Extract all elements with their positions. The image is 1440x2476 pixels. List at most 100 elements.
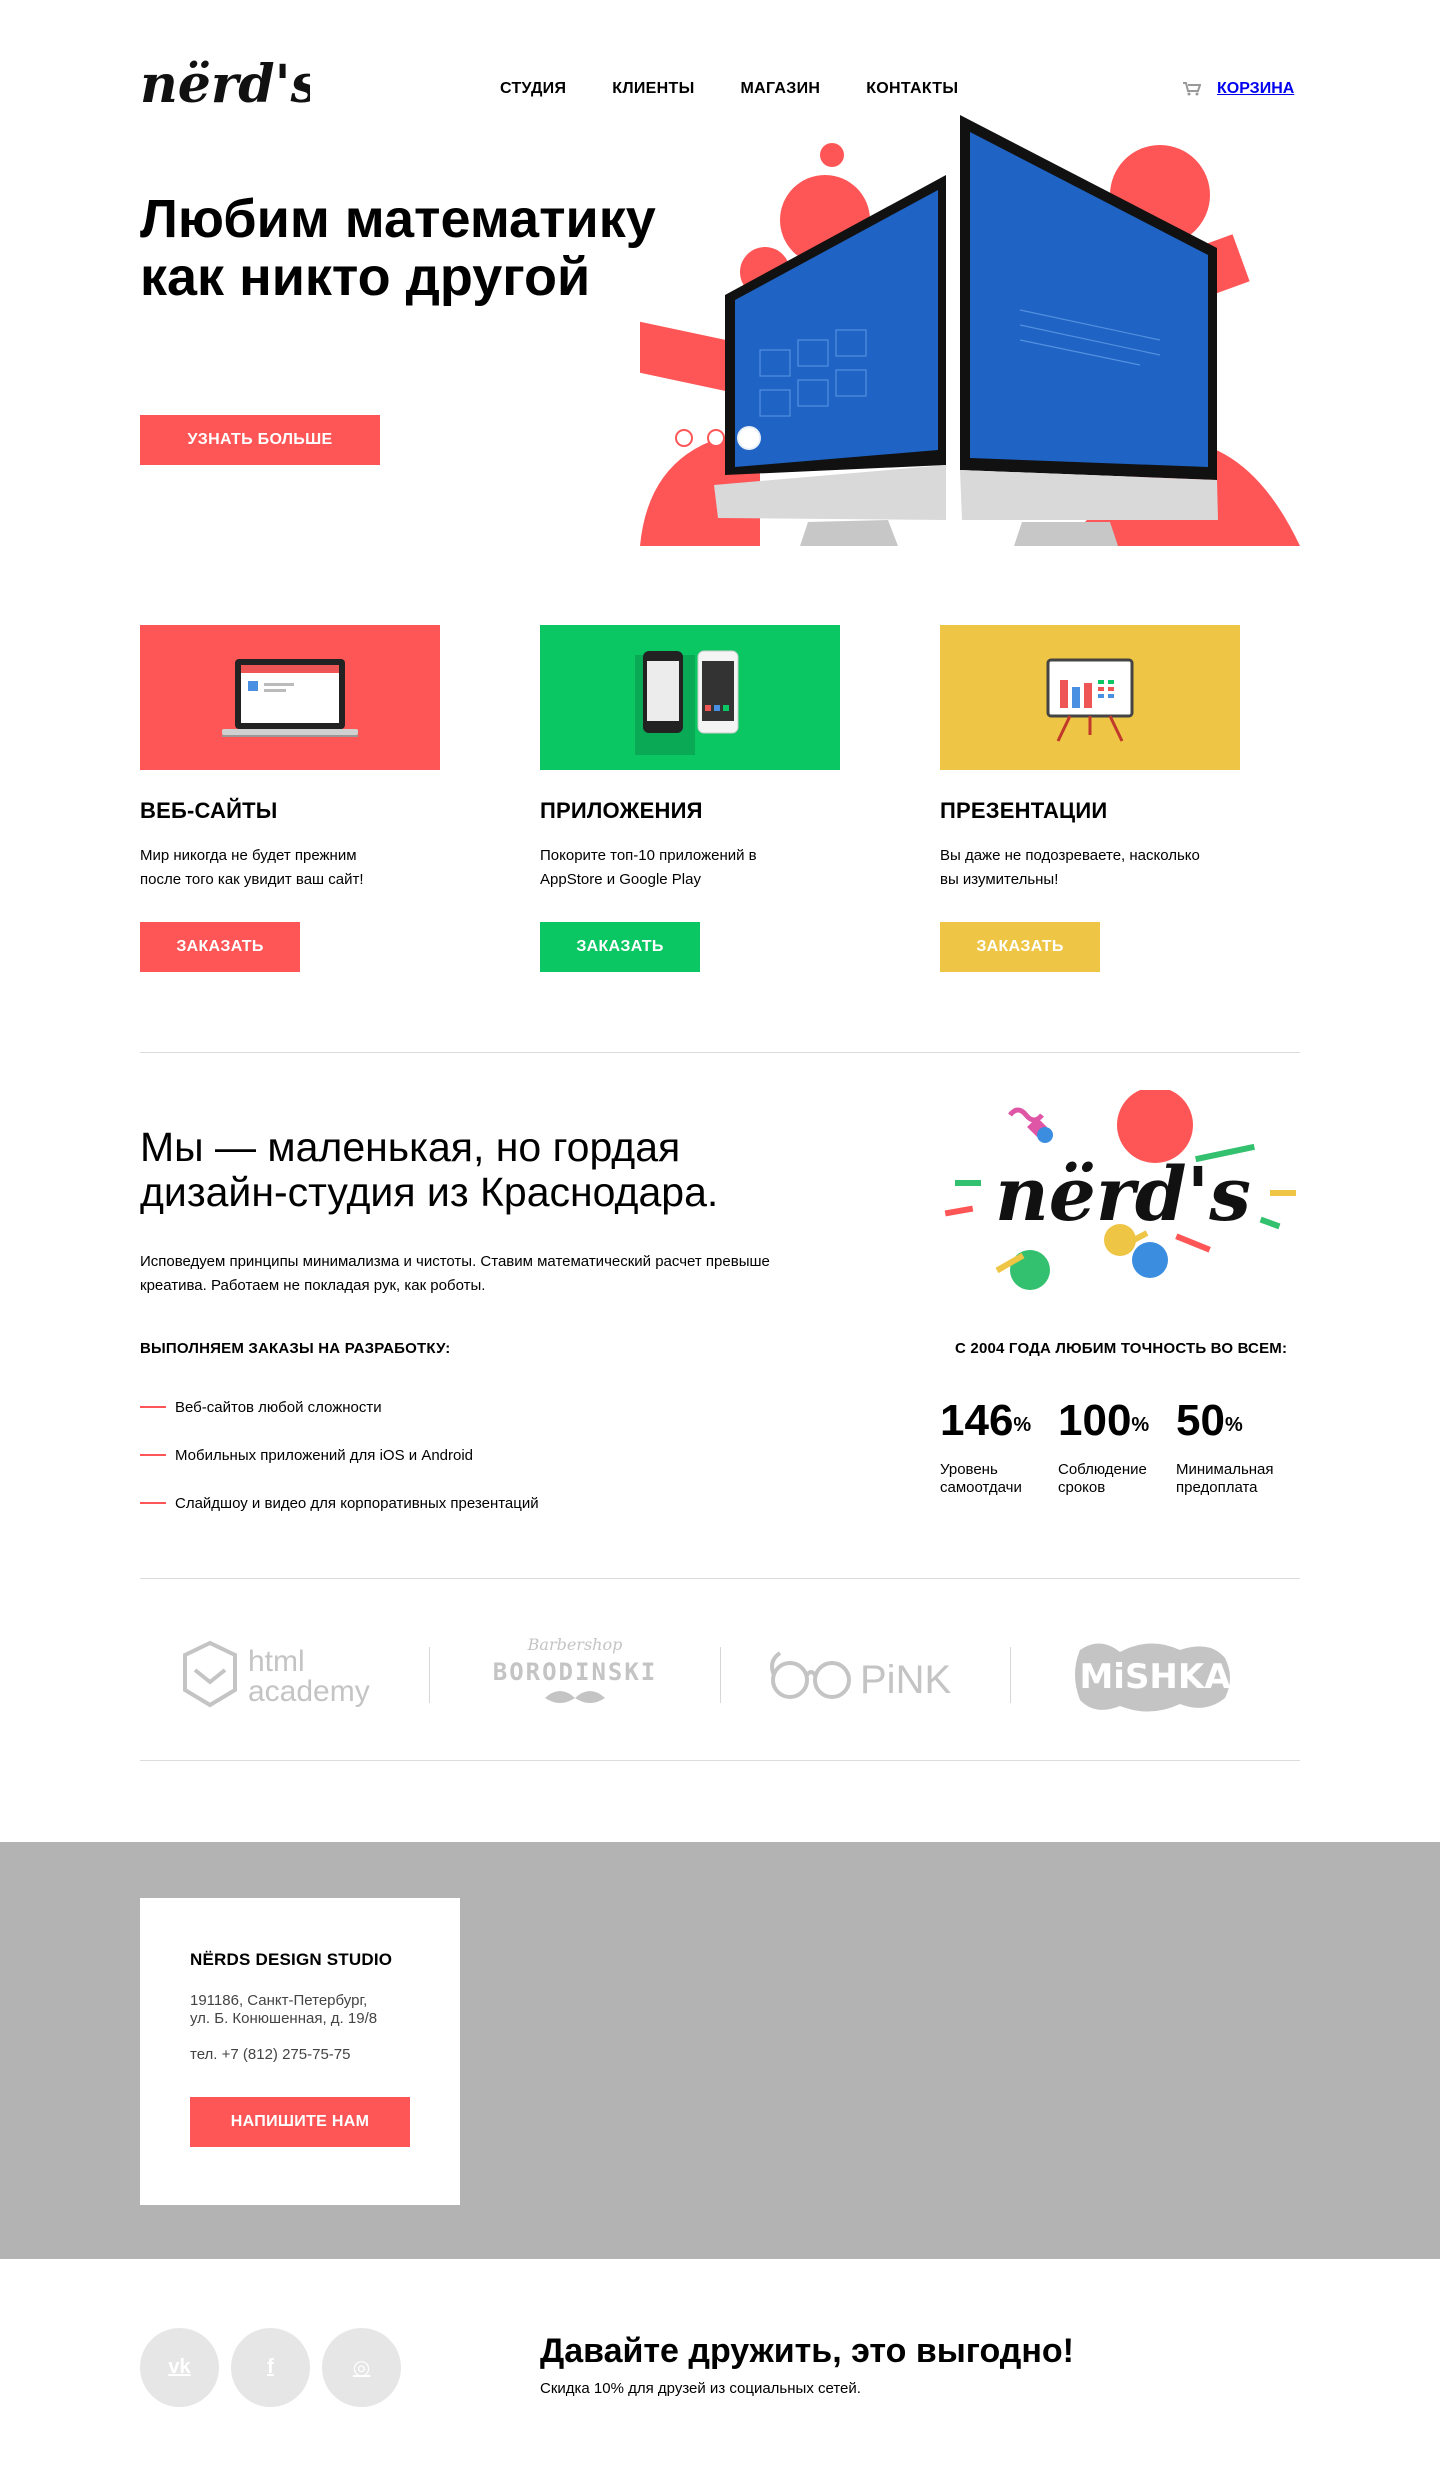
laptop-icon bbox=[140, 625, 440, 770]
dash-icon bbox=[140, 1502, 166, 1504]
site-logo[interactable]: nërd's bbox=[140, 48, 320, 118]
list-item-text: Мобильных приложений для iOS и Android bbox=[175, 1446, 474, 1464]
dash-icon bbox=[140, 1454, 166, 1456]
stat-unit: % bbox=[1013, 1414, 1032, 1436]
about-title: Мы — маленькая, но гордая дизайн-студия … bbox=[140, 1125, 860, 1215]
service-apps: ПРИЛОЖЕНИЯ Покорите топ-10 приложений в … bbox=[540, 625, 840, 972]
list-item: Мобильных приложений для iOS и Android bbox=[140, 1431, 539, 1479]
stat-label: Соблюдение сроков bbox=[1058, 1461, 1176, 1497]
list-item-text: Веб-сайтов любой сложности bbox=[175, 1398, 382, 1416]
html-academy-logo-icon: html academy bbox=[182, 1640, 370, 1708]
map-area[interactable]: NЁRDS DESIGN STUDIO 191186, Санкт-Петерб… bbox=[0, 1842, 1440, 2259]
service-title: ПРИЛОЖЕНИЯ bbox=[540, 798, 703, 823]
nav-item-studio[interactable]: СТУДИЯ bbox=[500, 80, 566, 98]
hero-title-line-2: как никто другой bbox=[140, 247, 591, 307]
stat-label: Минимальная предоплата bbox=[1176, 1461, 1294, 1497]
address-line-1: 191186, Санкт-Петербург, bbox=[190, 1992, 368, 2009]
page: nërd's СТУДИЯ КЛИЕНТЫ МАГАЗИН КОНТАКТЫ К… bbox=[0, 0, 1440, 2476]
list-item-text: Слайдшоу и видео для корпоративных презе… bbox=[175, 1494, 539, 1512]
partner-html-academy[interactable]: html academy bbox=[140, 1620, 429, 1730]
studio-phone: тел. +7 (812) 275-75-75 bbox=[190, 2046, 351, 2063]
mishka-logo-icon: MiSHKA bbox=[1075, 1643, 1232, 1712]
stat-label-line-2: сроков bbox=[1058, 1479, 1106, 1496]
partner-text: BORODINSKI bbox=[493, 1658, 658, 1686]
stat-value: 50% bbox=[1176, 1395, 1294, 1447]
divider bbox=[140, 1052, 1300, 1053]
instagram-glyph: ◎ bbox=[352, 2357, 371, 2379]
service-title: ВЕБ-САЙТЫ bbox=[140, 798, 278, 823]
stat-deadlines: 100% Соблюдение сроков bbox=[1058, 1395, 1176, 1497]
logo-text: nërd's bbox=[140, 54, 310, 115]
dev-list-heading: ВЫПОЛНЯЕМ ЗАКАЗЫ НА РАЗРАБОТКУ: bbox=[140, 1340, 451, 1357]
stat-label-line-1: Соблюдение bbox=[1058, 1461, 1147, 1478]
dash-icon bbox=[140, 1406, 166, 1408]
list-item: Слайдшоу и видео для корпоративных презе… bbox=[140, 1479, 539, 1527]
stat-unit: % bbox=[1131, 1414, 1150, 1436]
learn-more-button[interactable]: УЗНАТЬ БОЛЬШЕ bbox=[140, 415, 380, 465]
stat-value: 146% bbox=[940, 1395, 1058, 1447]
stat-number: 100 bbox=[1058, 1396, 1132, 1445]
instagram-icon[interactable]: ◎ bbox=[322, 2328, 401, 2407]
vk-glyph: vk bbox=[168, 2356, 191, 2378]
stats: 146% Уровень самоотдачи 100% Соблюдение ср… bbox=[940, 1395, 1294, 1497]
phones-icon bbox=[540, 625, 840, 770]
about-title-line-2: дизайн-студия из Краснодара. bbox=[140, 1169, 719, 1215]
stat-label-line-2: самоотдачи bbox=[940, 1479, 1022, 1496]
divider bbox=[140, 1760, 1300, 1761]
footer-title: Давайте дружить, это выгодно! bbox=[540, 2332, 1075, 2370]
presentation-board-icon bbox=[940, 625, 1240, 770]
footer-subtitle: Скидка 10% для друзей из социальных сете… bbox=[540, 2380, 861, 2397]
main-nav: СТУДИЯ КЛИЕНТЫ МАГАЗИН КОНТАКТЫ bbox=[500, 80, 958, 98]
stat-dedication: 146% Уровень самоотдачи bbox=[940, 1395, 1058, 1497]
facebook-icon[interactable]: f bbox=[231, 2328, 310, 2407]
stat-unit: % bbox=[1224, 1414, 1243, 1436]
dev-list: Веб-сайтов любой сложности Мобильных при… bbox=[140, 1383, 539, 1527]
studio-address: 191186, Санкт-Петербург, ул. Б. Конюшенн… bbox=[190, 1992, 410, 2028]
service-text: Мир никогда не будет прежним после того … bbox=[140, 847, 364, 888]
stat-label-line-1: Минимальная bbox=[1176, 1461, 1274, 1478]
slider-dots bbox=[675, 428, 759, 448]
nav-item-clients[interactable]: КЛИЕНТЫ bbox=[612, 80, 694, 98]
contact-card: NЁRDS DESIGN STUDIO 191186, Санкт-Петерб… bbox=[140, 1898, 460, 2205]
cart-label: КОРЗИНА bbox=[1217, 80, 1295, 97]
nav-item-shop[interactable]: МАГАЗИН bbox=[741, 80, 821, 98]
partner-borodinski[interactable]: Barbershop BORODINSKI bbox=[430, 1620, 719, 1730]
order-websites-button[interactable]: ЗАКАЗАТЬ bbox=[140, 922, 300, 972]
partner-text: academy bbox=[248, 1675, 370, 1708]
order-apps-button[interactable]: ЗАКАЗАТЬ bbox=[540, 922, 700, 972]
studio-name: NЁRDS DESIGN STUDIO bbox=[190, 1950, 393, 1969]
service-text: Вы даже не подозреваете, насколько вы из… bbox=[940, 847, 1200, 888]
slider-dot-1[interactable] bbox=[675, 429, 693, 447]
facebook-glyph: f bbox=[267, 2356, 274, 2378]
slider-dot-3[interactable] bbox=[739, 428, 759, 448]
pink-logo-icon: PiNK bbox=[770, 1651, 952, 1702]
order-presentations-button[interactable]: ЗАКАЗАТЬ bbox=[940, 922, 1100, 972]
social-links: vk f ◎ bbox=[140, 2328, 401, 2407]
service-text: Покорите топ-10 приложений в AppStore и … bbox=[540, 847, 757, 888]
partner-pink[interactable]: PiNK bbox=[721, 1620, 1010, 1730]
service-presentations: ПРЕЗЕНТАЦИИ Вы даже не подозреваете, нас… bbox=[940, 625, 1240, 972]
service-websites: ВЕБ-САЙТЫ Мир никогда не будет прежним п… bbox=[140, 625, 440, 972]
stats-heading: С 2004 ГОДА ЛЮБИМ ТОЧНОСТЬ ВО ВСЕМ: bbox=[955, 1340, 1288, 1357]
partner-mishka[interactable]: MiSHKA bbox=[1011, 1620, 1300, 1730]
slider-dot-2[interactable] bbox=[707, 429, 725, 447]
confetti-logo-text: nërd's bbox=[995, 1152, 1251, 1238]
borodinski-logo-icon: Barbershop BORODINSKI bbox=[493, 1635, 658, 1703]
vk-icon[interactable]: vk bbox=[140, 2328, 219, 2407]
list-item: Веб-сайтов любой сложности bbox=[140, 1383, 539, 1431]
hero-title-line-1: Любим математику bbox=[140, 189, 656, 249]
hero-monitors-illustration bbox=[640, 115, 1300, 546]
nav-item-contacts[interactable]: КОНТАКТЫ bbox=[866, 80, 958, 98]
about-title-line-1: Мы — маленькая, но гордая bbox=[140, 1124, 681, 1170]
write-us-button[interactable]: НАПИШИТЕ НАМ bbox=[190, 2097, 410, 2147]
hero-title: Любим математику как никто другой bbox=[140, 190, 700, 306]
service-title: ПРЕЗЕНТАЦИИ bbox=[940, 798, 1108, 823]
stat-value: 100% bbox=[1058, 1395, 1176, 1447]
partner-text: Barbershop bbox=[527, 1635, 623, 1654]
stat-prepayment: 50% Минимальная предоплата bbox=[1176, 1395, 1294, 1497]
partner-text: html bbox=[248, 1645, 305, 1678]
divider bbox=[140, 1578, 1300, 1579]
partner-text: PiNK bbox=[860, 1658, 951, 1702]
cart-icon bbox=[1183, 82, 1201, 96]
cart-link[interactable]: КОРЗИНА bbox=[1183, 80, 1294, 98]
